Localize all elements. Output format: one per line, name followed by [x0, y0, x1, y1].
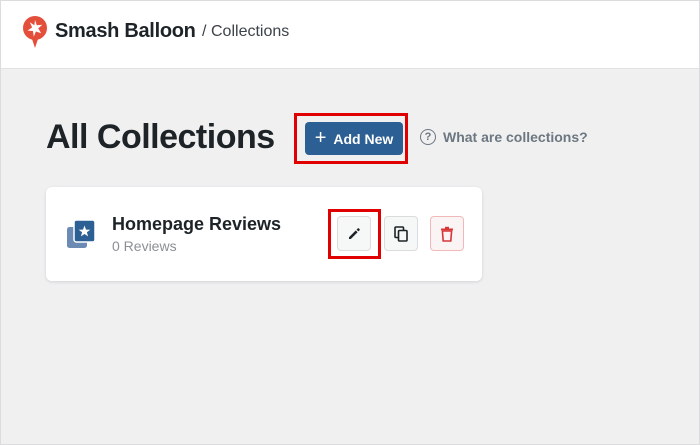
- delete-button[interactable]: [430, 216, 464, 251]
- question-circle-icon: ?: [420, 129, 436, 145]
- collection-star-icon: [67, 219, 96, 248]
- balloon-logo-icon: [23, 16, 47, 48]
- brand-name: Smash Balloon: [55, 20, 196, 42]
- collection-review-count: 0 Reviews: [112, 238, 177, 254]
- page-title: All Collections: [46, 118, 275, 156]
- duplicate-button[interactable]: [384, 216, 418, 251]
- breadcrumb-current-page: Collections: [211, 23, 290, 40]
- add-new-button[interactable]: + Add New: [305, 122, 403, 155]
- collection-name[interactable]: Homepage Reviews: [112, 214, 281, 235]
- add-new-label: Add New: [333, 130, 394, 147]
- plus-icon: +: [314, 126, 327, 149]
- breadcrumb-separator: /: [202, 23, 207, 40]
- pencil-icon: [349, 227, 360, 239]
- copy-icon: [394, 225, 408, 242]
- help-link[interactable]: ? What are collections?: [420, 129, 588, 145]
- edit-button[interactable]: [337, 216, 371, 251]
- help-link-label: What are collections?: [443, 129, 588, 145]
- top-bar: Smash Balloon / Collections: [1, 1, 699, 69]
- trash-icon: [441, 226, 453, 242]
